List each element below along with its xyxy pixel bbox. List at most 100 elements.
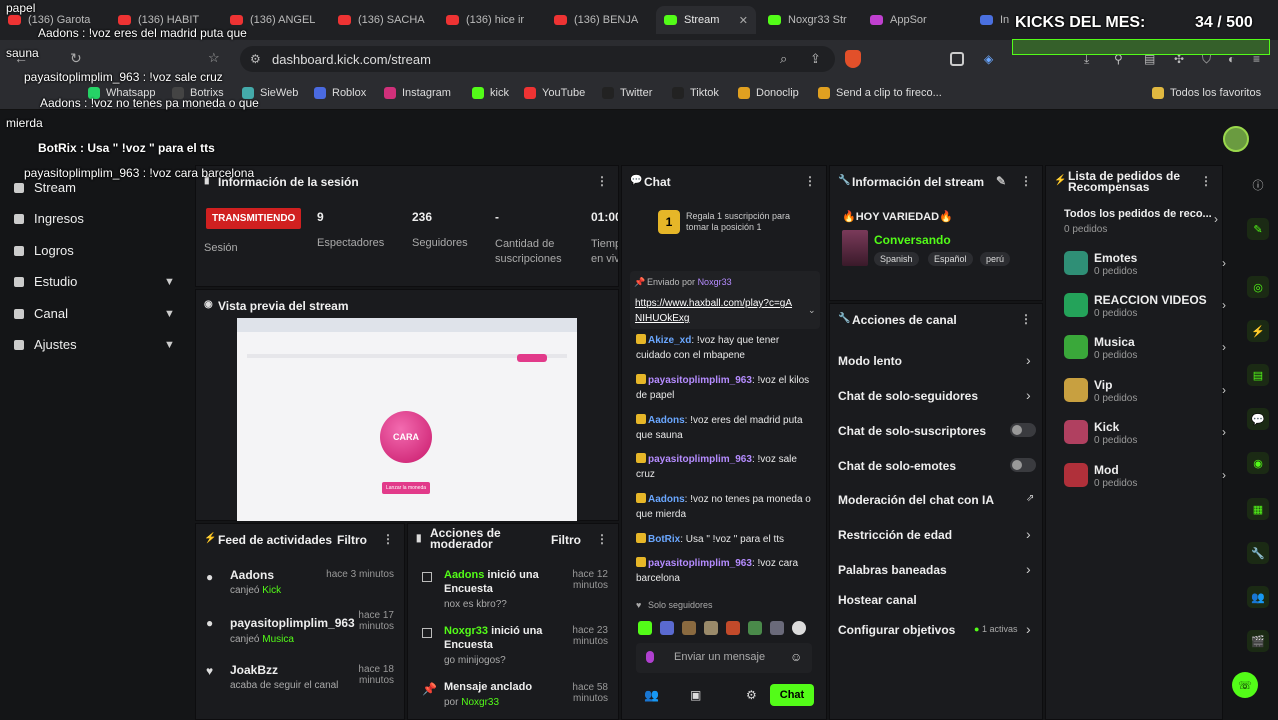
channel-action-row[interactable]: Restricción de edad bbox=[838, 528, 1038, 542]
chat-username[interactable]: Akize_xd bbox=[648, 335, 691, 346]
bookmark-item[interactable]: Donoclip bbox=[738, 87, 799, 99]
sidebar-item-estudio[interactable]: Estudio ▼ bbox=[14, 274, 175, 289]
chevron-right-icon[interactable]: › bbox=[1222, 383, 1226, 397]
wrench-icon[interactable]: 🔧 bbox=[1247, 542, 1269, 564]
browser-tab[interactable]: (136) hice ir bbox=[446, 6, 546, 34]
browser-tab[interactable]: Stream ✕ bbox=[656, 6, 756, 34]
clapper-icon[interactable]: 🎬 bbox=[1247, 630, 1269, 652]
chat-username[interactable]: BotRix bbox=[648, 534, 680, 545]
external-link-icon[interactable]: ⇗ bbox=[1026, 493, 1034, 504]
mic-icon[interactable] bbox=[646, 651, 654, 663]
users-icon[interactable]: 👥 bbox=[644, 688, 659, 702]
sidebar-item-canal[interactable]: Canal ▼ bbox=[14, 306, 175, 321]
bookmark-item[interactable]: Tiktok bbox=[672, 87, 719, 99]
toggle-switch[interactable] bbox=[1010, 423, 1036, 437]
browser-tab[interactable]: AppSor bbox=[870, 6, 958, 34]
chat-username[interactable]: Aadons bbox=[648, 494, 685, 505]
info-icon[interactable]: ⓘ bbox=[1247, 174, 1269, 196]
chevron-down-icon[interactable]: ▼ bbox=[164, 276, 175, 288]
tag[interactable]: perú bbox=[980, 252, 1011, 266]
toggle-switch[interactable] bbox=[1010, 458, 1036, 472]
chevron-right-icon[interactable]: › bbox=[1214, 212, 1218, 226]
extension-icon[interactable] bbox=[950, 52, 964, 66]
feed-user[interactable]: Aadons bbox=[230, 568, 274, 582]
emote[interactable] bbox=[748, 621, 762, 635]
browser-tab[interactable]: Noxgr33 Str bbox=[768, 6, 863, 34]
stream-preview-video[interactable]: CARA Lanzar la moneda bbox=[237, 318, 577, 521]
more-options-icon[interactable]: ⋮ bbox=[382, 532, 394, 546]
url-field[interactable]: dashboard.kick.com/stream bbox=[240, 46, 835, 72]
chevron-right-icon[interactable]: › bbox=[1026, 561, 1031, 577]
bookmark-item[interactable]: kick bbox=[472, 87, 509, 99]
bookmark-icon[interactable]: ☆ bbox=[208, 50, 220, 66]
emote[interactable] bbox=[638, 621, 652, 635]
edit-icon[interactable]: ✎ bbox=[996, 174, 1006, 188]
tag[interactable]: Spanish bbox=[874, 252, 919, 266]
chat-message[interactable]: BotRix: Usa " !voz " para el tts bbox=[636, 532, 816, 547]
broadcast-icon[interactable]: ◉ bbox=[1247, 452, 1269, 474]
chevron-right-icon[interactable]: › bbox=[1026, 621, 1031, 637]
zoom-icon[interactable]: ⌕ bbox=[780, 51, 787, 67]
chat-username[interactable]: payasitoplimplim_963 bbox=[648, 375, 752, 386]
feed-user[interactable]: payasitoplimplim_963 bbox=[230, 616, 355, 630]
avatar[interactable] bbox=[1223, 126, 1249, 152]
pinned-message[interactable]: 📌 Enviado por Noxgr33 https://www.haxbal… bbox=[630, 271, 820, 329]
sidebar-item-ingresos[interactable]: Ingresos bbox=[14, 211, 84, 226]
mod-user[interactable]: Aadons bbox=[444, 569, 484, 581]
bookmark-item[interactable]: YouTube bbox=[524, 87, 585, 99]
brave-shield-icon[interactable] bbox=[845, 50, 861, 68]
channel-action-row[interactable]: Moderación del chat con IA bbox=[838, 493, 1038, 507]
extension-icon[interactable]: ◈ bbox=[984, 52, 993, 66]
sidebar-item-stream[interactable]: Stream bbox=[14, 180, 76, 195]
channel-action-row[interactable]: Hostear canal bbox=[838, 593, 1038, 607]
pinned-link[interactable]: https://www.haxball.com/play?c=gANIHUOkE… bbox=[635, 296, 795, 326]
more-options-icon[interactable]: ⋮ bbox=[1200, 174, 1212, 188]
support-icon[interactable]: ☏ bbox=[1232, 672, 1258, 698]
chat-message[interactable]: Akize_xd: !voz hay que tener cuidado con… bbox=[636, 333, 816, 363]
channel-action-row[interactable]: Palabras baneadas bbox=[838, 563, 1038, 577]
send-chat-button[interactable]: Chat bbox=[770, 684, 814, 706]
chevron-right-icon[interactable]: › bbox=[1222, 468, 1226, 482]
chat-message[interactable]: Aadons: !voz eres del madrid puta que sa… bbox=[636, 413, 816, 443]
chevron-right-icon[interactable]: › bbox=[1222, 340, 1226, 354]
chat-input[interactable]: Enviar un mensaje ☺ bbox=[636, 643, 812, 673]
chat-message[interactable]: payasitoplimplim_963: !voz sale cruz bbox=[636, 452, 816, 482]
reward-row[interactable]: Musica 0 pedidos › bbox=[1064, 335, 1234, 365]
browser-tab[interactable]: (136) SACHA bbox=[338, 6, 438, 34]
emote[interactable] bbox=[726, 621, 740, 635]
reward-row[interactable]: Vip 0 pedidos › bbox=[1064, 378, 1234, 408]
chat-username[interactable]: Aadons bbox=[648, 415, 685, 426]
channel-action-row[interactable]: Chat de solo-emotes bbox=[838, 459, 1038, 473]
channel-action-row[interactable]: Modo lento bbox=[838, 354, 1038, 368]
chat-username[interactable]: payasitoplimplim_963 bbox=[648, 454, 752, 465]
bookmark-item[interactable]: Instagram bbox=[384, 87, 451, 99]
more-options-icon[interactable]: ⋮ bbox=[596, 174, 608, 188]
chevron-right-icon[interactable]: › bbox=[1026, 526, 1031, 542]
chat-message[interactable]: payasitoplimplim_963: !voz el kilos de p… bbox=[636, 373, 816, 403]
document-icon[interactable]: ▤ bbox=[1247, 364, 1269, 386]
chat-icon[interactable]: 💬 bbox=[1247, 408, 1269, 430]
target-icon[interactable]: ◎ bbox=[1247, 276, 1269, 298]
chevron-down-icon[interactable]: ▼ bbox=[164, 308, 175, 320]
emoji-icon[interactable]: ☺ bbox=[790, 650, 802, 664]
gift-sub-text[interactable]: Regala 1 suscripción para tomar la posic… bbox=[686, 211, 796, 233]
edit-icon[interactable]: ✎ bbox=[1247, 218, 1269, 240]
sidebar-item-logros[interactable]: Logros bbox=[14, 243, 74, 258]
emote[interactable] bbox=[792, 621, 806, 635]
store-icon[interactable]: ▣ bbox=[690, 688, 701, 702]
browser-tab[interactable]: In bbox=[980, 6, 1020, 34]
reward-row[interactable]: Kick 0 pedidos › bbox=[1064, 420, 1234, 450]
mod-user[interactable]: Noxgr33 bbox=[444, 625, 488, 637]
filter-button[interactable]: Filtro bbox=[337, 533, 367, 547]
chevron-right-icon[interactable]: › bbox=[1026, 352, 1031, 368]
emote[interactable] bbox=[704, 621, 718, 635]
gear-icon[interactable]: ⚙ bbox=[746, 688, 757, 702]
bolt-icon[interactable]: ⚡ bbox=[1247, 320, 1269, 342]
bookmark-item[interactable]: Send a clip to fireco... bbox=[818, 87, 942, 99]
filter-button[interactable]: Filtro bbox=[551, 533, 581, 547]
sidebar-item-ajustes[interactable]: Ajustes ▼ bbox=[14, 337, 175, 352]
chat-username[interactable]: payasitoplimplim_963 bbox=[648, 558, 752, 569]
bookmark-item[interactable]: Twitter bbox=[602, 87, 652, 99]
more-options-icon[interactable]: ⋮ bbox=[1020, 312, 1032, 326]
reload-icon[interactable]: ↻ bbox=[70, 50, 82, 67]
